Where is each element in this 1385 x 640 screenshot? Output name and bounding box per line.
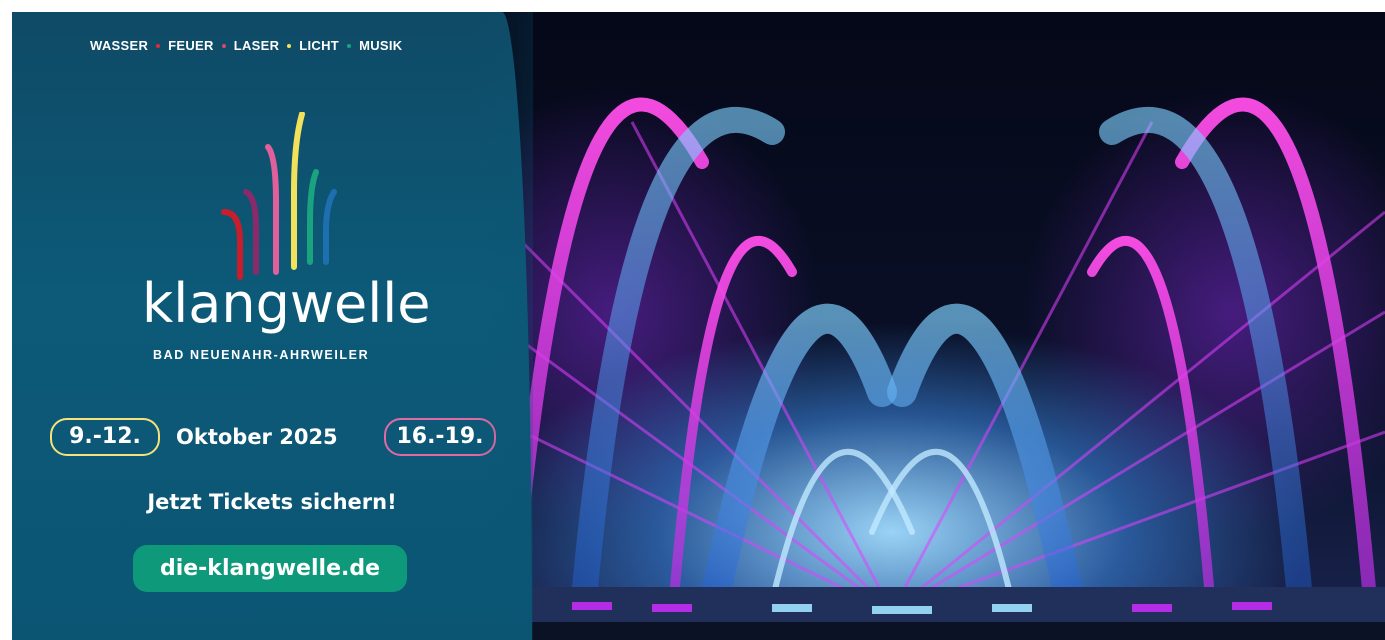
- event-dates: 9.-12. Oktober 2025 16.-19.: [50, 418, 510, 456]
- brand-name: klangwelle: [142, 272, 431, 335]
- event-banner[interactable]: WASSER FEUER LASER LICHT MUSIK klangwelle BA…: [12, 12, 1385, 640]
- separator-dot: [347, 43, 352, 48]
- info-panel: WASSER FEUER LASER LICHT MUSIK klangwelle BA…: [12, 12, 533, 640]
- separator-dot: [156, 43, 161, 48]
- month-year: Oktober 2025: [176, 425, 338, 449]
- tagline-item: WASSER: [90, 38, 149, 53]
- website-button[interactable]: die-klangwelle.de: [133, 545, 407, 592]
- separator-dot: [221, 43, 226, 48]
- tagline: WASSER FEUER LASER LICHT MUSIK: [90, 38, 408, 53]
- separator-dot: [287, 43, 292, 48]
- tagline-item: LASER: [233, 38, 280, 53]
- date-range-first: 9.-12.: [50, 418, 160, 456]
- klangwelle-logo-icon: [221, 112, 337, 280]
- brand-location: BAD NEUENAHR-AHRWEILER: [153, 348, 370, 362]
- tagline-item: LICHT: [299, 38, 340, 53]
- tagline-item: MUSIK: [359, 38, 403, 53]
- ticket-cta: Jetzt Tickets sichern!: [147, 490, 397, 514]
- tagline-item: FEUER: [168, 38, 214, 53]
- date-range-second: 16.-19.: [384, 418, 496, 456]
